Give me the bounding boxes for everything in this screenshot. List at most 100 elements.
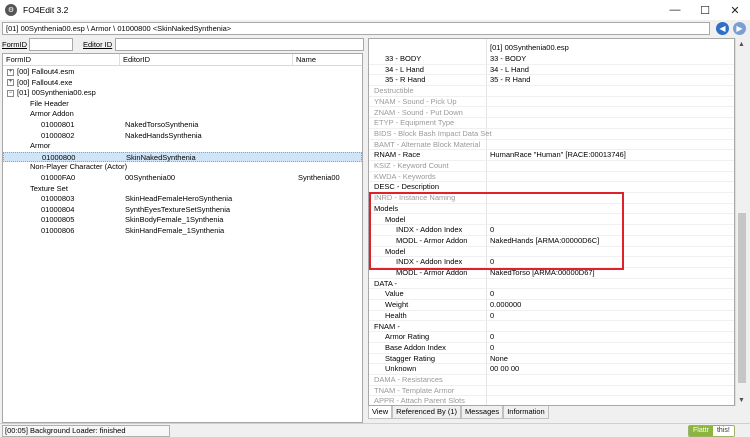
tree-row[interactable]: − [01] 00Synthenia00.esp <box>3 88 362 99</box>
forward-arrow-icon[interactable]: ▶ <box>733 22 746 35</box>
collapse-icon[interactable]: − <box>7 89 14 97</box>
record-label: BIDS - Block Bash Impact Data Set <box>374 128 492 138</box>
record-row[interactable]: BAMT - Alternate Block Material <box>369 140 734 151</box>
record-row[interactable]: 33 - BODY 33 - BODY <box>369 54 734 65</box>
flattr-button[interactable]: Flattr this! <box>688 425 735 437</box>
record-row[interactable]: Destructible <box>369 86 734 97</box>
tree-editorid: SynthEyesTextureSetSynthenia <box>125 204 231 214</box>
record-row[interactable]: YNAM - Sound - Pick Up <box>369 97 734 108</box>
tree-row[interactable]: 01000800 SkinNakedSynthenia <box>3 151 362 163</box>
record-row[interactable]: KWDA - Keywords <box>369 171 734 183</box>
status-bar: [00:05] Background Loader: finished Flat… <box>0 423 750 437</box>
tree-row[interactable]: 01000FA0 00Synthenia00 Synthenia00 <box>3 173 362 184</box>
highlight-box <box>369 192 624 270</box>
expand-icon[interactable]: + <box>7 68 14 76</box>
column-header-formid[interactable]: FormID <box>3 54 120 65</box>
tree-editorid: NakedHandsSynthenia <box>125 130 202 140</box>
tab-view[interactable]: View <box>368 406 393 419</box>
record-row[interactable]: Value 0 <box>369 289 734 301</box>
formid-filter-input[interactable] <box>29 38 73 51</box>
minimize-button[interactable]: — <box>660 0 690 20</box>
expand-icon[interactable]: + <box>7 79 14 87</box>
tree-formid: Armor <box>30 141 51 151</box>
scroll-up-icon[interactable]: ▲ <box>736 38 747 50</box>
tree-formid: 01000802 <box>41 130 75 140</box>
record-value: HumanRace "Human" [RACE:00013746] <box>490 150 626 160</box>
tab-messages[interactable]: Messages <box>461 406 504 419</box>
record-tree[interactable]: FormID EditorID Name + [00] Fallout4.esm +… <box>2 53 363 423</box>
record-label: 35 - R Hand <box>385 75 426 85</box>
tree-row[interactable]: 01000802 NakedHandsSynthenia <box>3 131 362 142</box>
record-label: KSIZ - Keyword Count <box>374 161 449 170</box>
tree-formid: Armor Addon <box>30 109 74 119</box>
column-header-name[interactable]: Name <box>293 54 362 65</box>
tab-information[interactable]: Information <box>503 406 549 419</box>
tree-row[interactable]: File Header <box>3 99 362 110</box>
tree-formid: 01000806 <box>41 226 75 235</box>
record-row[interactable]: BIDS - Block Bash Impact Data Set <box>369 128 734 140</box>
flattr-brand: Flattr <box>689 426 713 436</box>
tree-formid: Non-Player Character (Actor) <box>30 162 128 172</box>
record-row[interactable]: 34 - L Hand 34 - L Hand <box>369 65 734 76</box>
tree-formid: [01] 00Synthenia00.esp <box>17 88 96 98</box>
tree-row[interactable]: Armor Addon <box>3 109 362 120</box>
tree-row[interactable]: 01000803 SkinHeadFemaleHeroSynthenia <box>3 194 362 205</box>
record-value: None <box>490 353 508 363</box>
view-tabs: View Referenced By (1) Messages Informat… <box>368 406 549 419</box>
record-value: 0 <box>490 342 495 352</box>
scroll-down-icon[interactable]: ▼ <box>736 394 747 406</box>
record-row[interactable]: Health 0 <box>369 311 734 322</box>
record-label: 33 - BODY <box>385 54 422 63</box>
record-row[interactable]: Stagger Rating None <box>369 353 734 365</box>
record-label: Destructible <box>374 86 414 96</box>
record-row[interactable]: APPR - Attach Parent Slots <box>369 396 734 406</box>
record-path-field[interactable]: [01] 00Synthenia00.esp \ Armor \ 0100080… <box>2 22 710 35</box>
record-row[interactable]: ZNAM - Sound - Put Down <box>369 107 734 119</box>
record-label: KWDA - Keywords <box>374 171 436 181</box>
tree-row[interactable]: 01000804 SynthEyesTextureSetSynthenia <box>3 205 362 216</box>
tree-formid: 01000803 <box>41 194 75 204</box>
tree-row[interactable]: + [00] Fallout4.esm <box>3 67 362 78</box>
tab-referenced-by[interactable]: Referenced By (1) <box>392 406 461 419</box>
back-arrow-icon[interactable]: ◀ <box>716 22 729 35</box>
record-row[interactable]: Weight 0.000000 <box>369 300 734 311</box>
record-row[interactable]: ETYP - Equipment Type <box>369 118 734 129</box>
tree-row[interactable]: 01000806 SkinHandFemale_1Synthenia <box>3 226 362 237</box>
record-row[interactable]: 35 - R Hand 35 - R Hand <box>369 75 734 87</box>
editorid-filter-input[interactable] <box>115 38 365 51</box>
record-label: Value <box>385 289 404 299</box>
record-row[interactable]: Unknown 00 00 00 <box>369 364 734 375</box>
tree-formid: [00] Fallout4.exe <box>17 77 73 87</box>
tree-row[interactable]: Armor <box>3 141 362 152</box>
record-label: ZNAM - Sound - Put Down <box>374 107 463 117</box>
record-row[interactable]: DATA - <box>369 279 734 290</box>
scroll-thumb[interactable] <box>738 213 746 383</box>
record-scrollbar[interactable]: ▲ ▼ <box>735 38 747 406</box>
tree-row[interactable]: + [00] Fallout4.exe <box>3 78 362 89</box>
tree-editorid: SkinHandFemale_1Synthenia <box>125 226 225 235</box>
close-button[interactable]: ✕ <box>720 0 750 20</box>
record-row[interactable]: KSIZ - Keyword Count <box>369 161 734 172</box>
tree-row[interactable]: 01000801 NakedTorsoSynthenia <box>3 120 362 131</box>
tree-formid: 01000805 <box>41 215 75 225</box>
record-row[interactable]: DAMA - Resistances <box>369 375 734 386</box>
record-header-row: [01] 00Synthenia00.esp <box>369 43 734 54</box>
maximize-button[interactable]: ☐ <box>690 0 720 20</box>
record-row[interactable]: RNAM - Race HumanRace "Human" [RACE:00013… <box>369 150 734 161</box>
record-row[interactable]: FNAM - <box>369 322 734 333</box>
record-row[interactable]: Base Addon Index 0 <box>369 342 734 354</box>
record-row[interactable]: TNAM - Template Armor <box>369 386 734 397</box>
record-label: RNAM - Race <box>374 150 421 160</box>
record-header-value: [01] 00Synthenia00.esp <box>490 43 569 52</box>
tree-row[interactable]: Texture Set <box>3 184 362 195</box>
record-label: APPR - Attach Parent Slots <box>374 396 465 406</box>
tree-editorid: SkinBodyFemale_1Synthenia <box>125 215 224 225</box>
tree-editorid: 00Synthenia00 <box>125 173 176 182</box>
record-label: Base Addon Index <box>385 342 446 352</box>
record-value: 00 00 00 <box>490 364 520 374</box>
tree-row[interactable]: 01000805 SkinBodyFemale_1Synthenia <box>3 215 362 226</box>
tree-name: Synthenia00 <box>298 173 340 182</box>
column-header-editorid[interactable]: EditorID <box>120 54 293 65</box>
record-row[interactable]: Armor Rating 0 <box>369 332 734 343</box>
tree-row[interactable]: Non-Player Character (Actor) <box>3 162 362 173</box>
